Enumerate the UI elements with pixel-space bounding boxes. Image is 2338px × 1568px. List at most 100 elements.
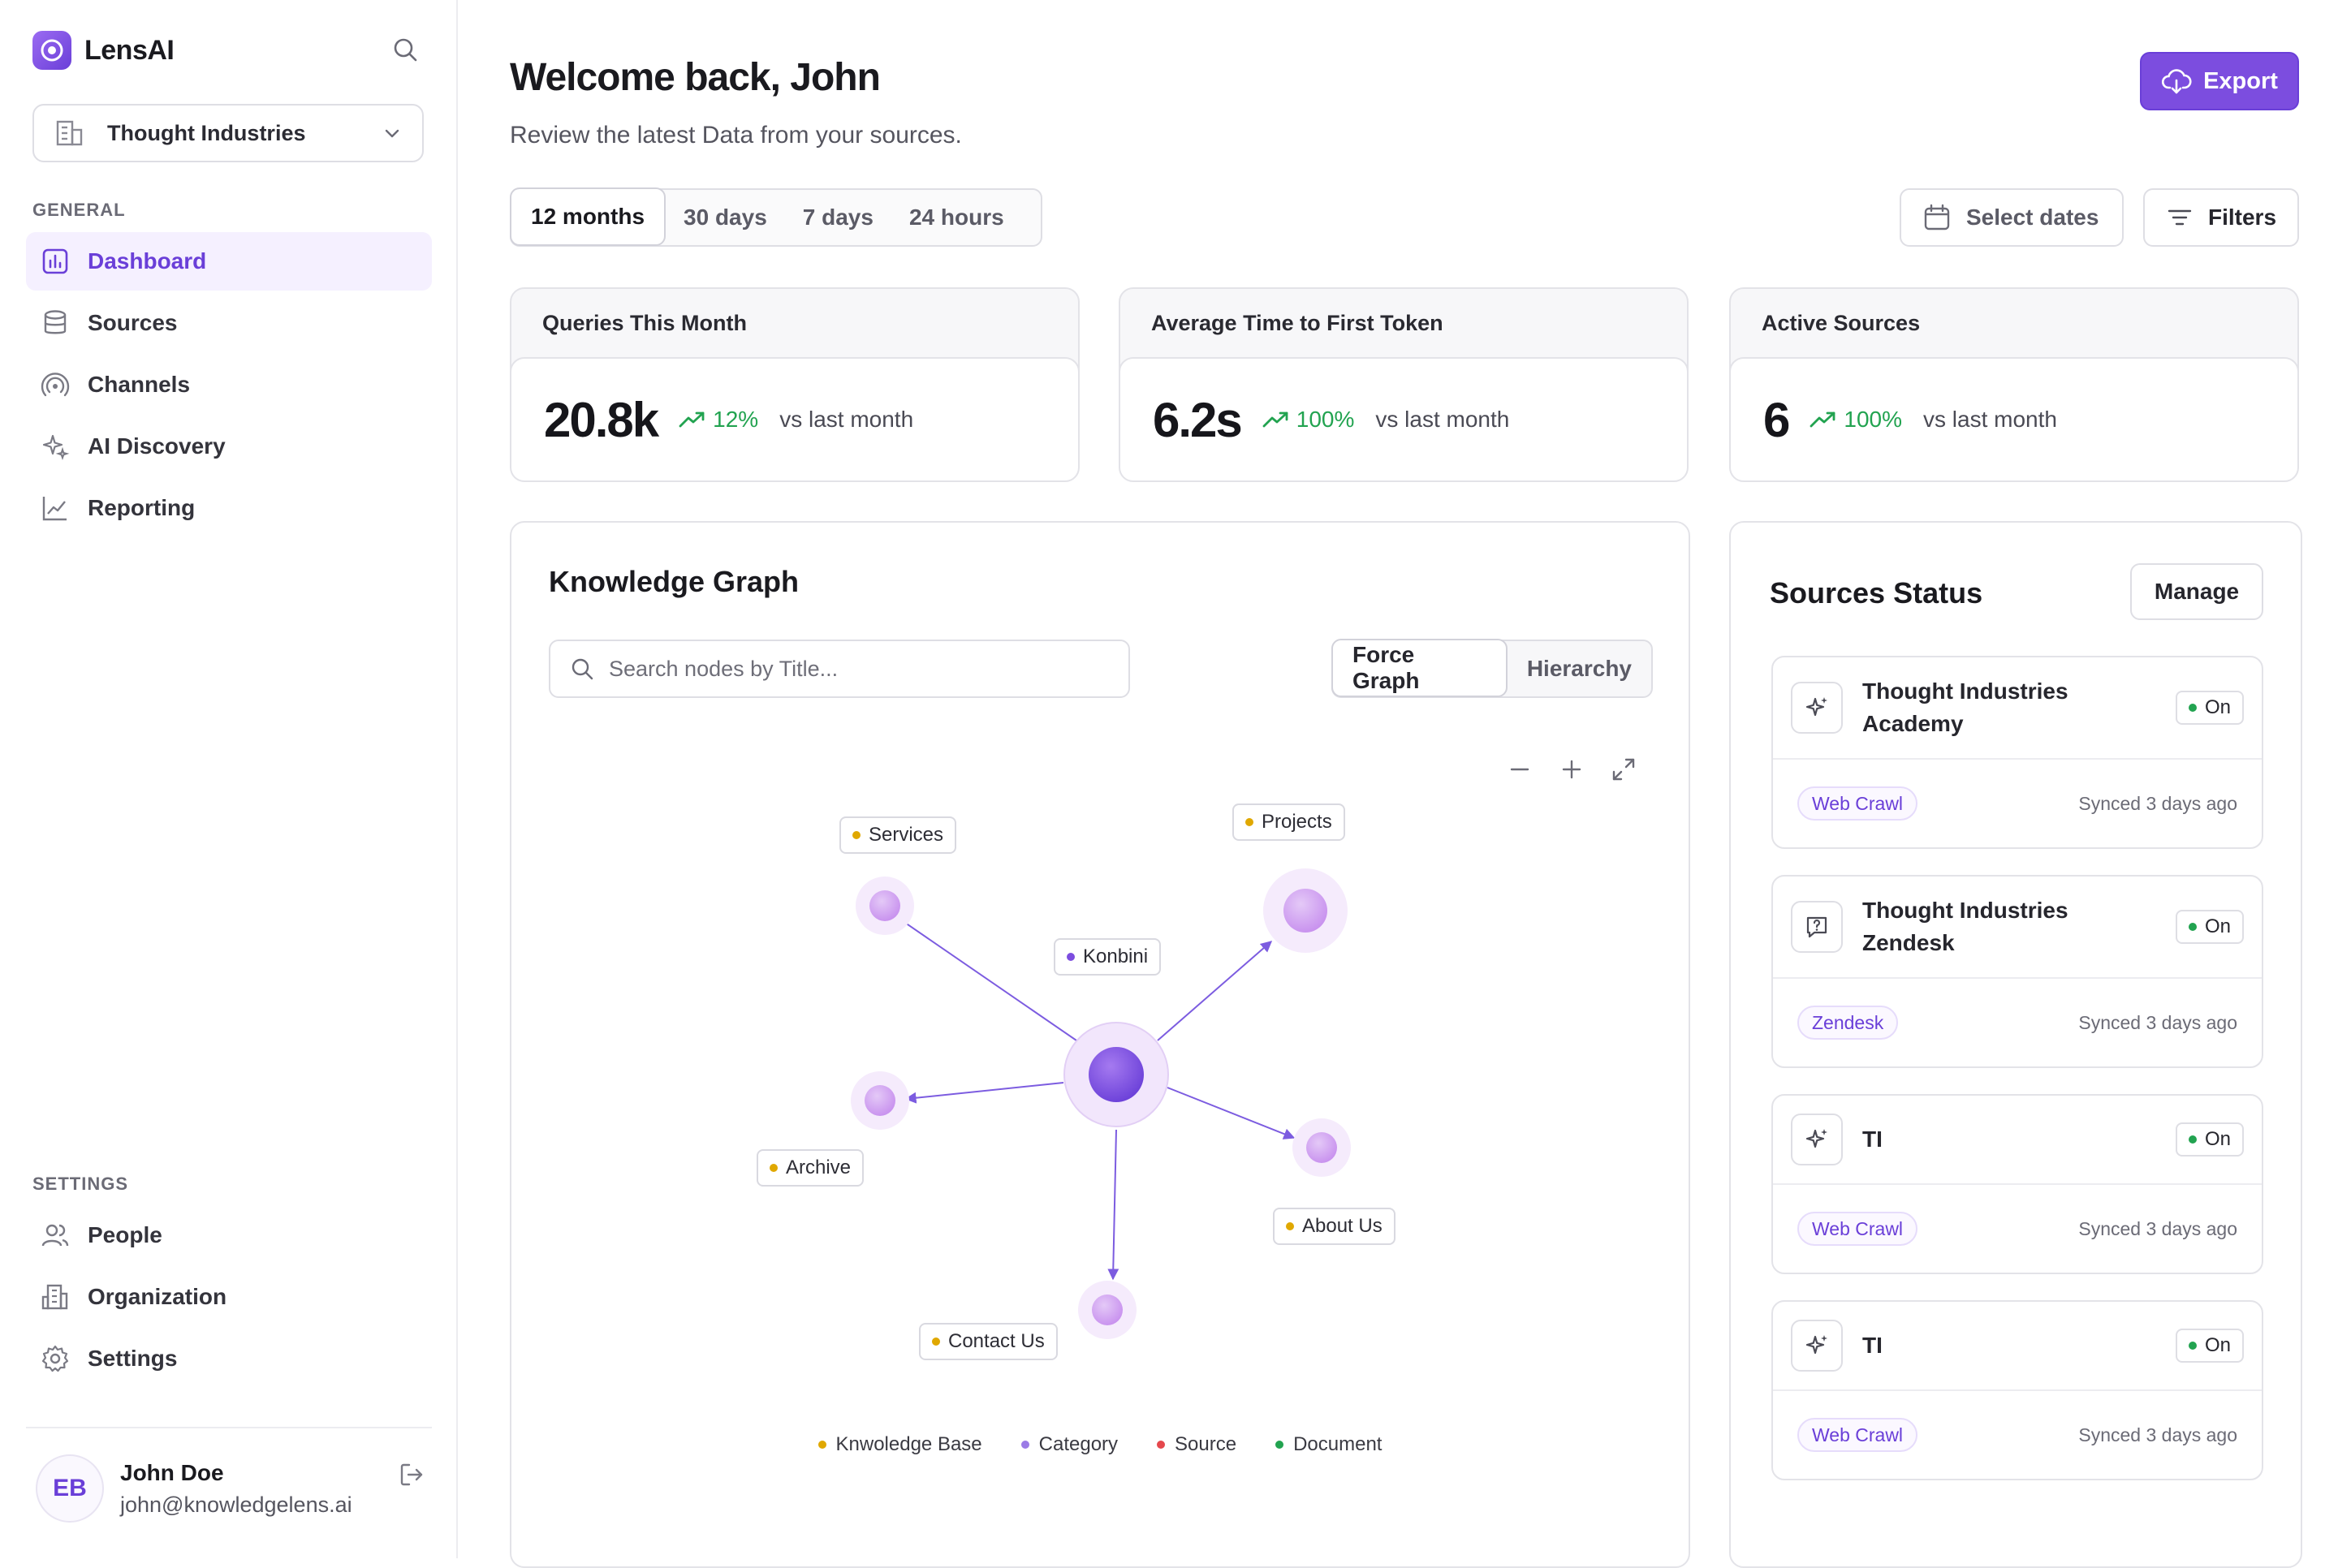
sidebar-item-organization[interactable]: Organization — [26, 1268, 432, 1326]
node-services[interactable] — [856, 877, 914, 935]
node-label-projects[interactable]: Projects — [1232, 803, 1345, 841]
node-konbini[interactable] — [1063, 1022, 1169, 1127]
filter-lines-icon — [2166, 204, 2193, 231]
sidebar: LensAI Thought Industries GENERAL Dashbo… — [0, 0, 458, 1558]
synced-time: Synced 3 days ago — [2078, 1217, 2237, 1239]
source-name: Thought Industries Zendesk — [1862, 898, 2068, 955]
source-footer: Zendesk Synced 3 days ago — [1773, 979, 2262, 1066]
sidebar-item-ai-discovery[interactable]: AI Discovery — [26, 417, 432, 476]
sidebar-item-dashboard[interactable]: Dashboard — [26, 232, 432, 291]
stat-title: Average Time to First Token — [1151, 310, 1443, 335]
user-card: EB John Doe john@knowledgelens.ai — [36, 1454, 425, 1523]
stat-change: 100% — [1296, 407, 1355, 432]
source-item[interactable]: TI On Web Crawl Synced 3 days ago — [1771, 1300, 2263, 1480]
page-title: Welcome back, John — [510, 56, 881, 99]
node-archive[interactable] — [851, 1071, 909, 1130]
tab-12-months[interactable]: 12 months — [510, 187, 666, 246]
kb-dot — [770, 1164, 778, 1172]
org-select[interactable]: Thought Industries — [32, 104, 424, 162]
legend-item: Source — [1157, 1433, 1236, 1456]
legend-item: Knwoledge Base — [817, 1433, 982, 1456]
edge-archive — [904, 1082, 1064, 1104]
stat-card-queries: Queries This Month 20.8k 12% vs last mon… — [510, 287, 1080, 482]
avatar[interactable]: EB — [36, 1454, 104, 1523]
legend-item: Category — [1020, 1433, 1119, 1456]
chevron-down-icon — [382, 123, 403, 144]
section-label-settings: SETTINGS — [32, 1174, 129, 1194]
database-icon — [39, 307, 71, 339]
filters-button[interactable]: Filters — [2143, 188, 2299, 247]
lens-logo-icon — [32, 31, 71, 70]
node-contact-us[interactable] — [1078, 1281, 1137, 1339]
legend-dot — [1157, 1441, 1166, 1449]
edge-about-us — [1167, 1087, 1296, 1139]
legend-label: Category — [1038, 1433, 1119, 1455]
node-label-contact-us[interactable]: Contact Us — [919, 1323, 1058, 1360]
source-name: TI — [1862, 1126, 1883, 1152]
node-label-text: Services — [869, 824, 944, 846]
sparkles-icon — [1791, 682, 1843, 734]
time-range-tabs: 12 months 30 days 7 days 24 hours — [510, 187, 1042, 247]
sidebar-item-sources[interactable]: Sources — [26, 294, 432, 352]
trend-up-icon — [1810, 411, 1837, 429]
status-badge[interactable]: On — [2175, 1329, 2244, 1363]
source-footer: Web Crawl Synced 3 days ago — [1773, 1391, 2262, 1479]
building-icon — [39, 1281, 71, 1313]
source-name: Thought Industries Academy — [1862, 678, 2068, 736]
stat-body: 6 100% vs last month — [1731, 357, 2297, 480]
sidebar-item-settings[interactable]: Settings — [26, 1329, 432, 1388]
edge-projects — [1157, 941, 1273, 1041]
node-projects[interactable] — [1263, 868, 1348, 953]
sidebar-item-label: Settings — [88, 1346, 178, 1371]
status-badge[interactable]: On — [2175, 691, 2244, 725]
trend-up-icon — [1262, 411, 1290, 429]
status-dot — [2188, 1342, 2197, 1350]
node-about-us[interactable] — [1292, 1118, 1351, 1177]
node-label-konbini[interactable]: Konbini — [1054, 938, 1162, 976]
stat-body: 6.2s 100% vs last month — [1120, 357, 1687, 480]
knowledge-graph-card: Knowledge Graph Force Graph Hierarchy — [510, 521, 1690, 1568]
manage-button[interactable]: Manage — [2130, 563, 2263, 620]
line-chart-icon — [39, 492, 71, 524]
source-item[interactable]: TI On Web Crawl Synced 3 days ago — [1771, 1094, 2263, 1274]
source-item[interactable]: Thought Industries Zendesk On Zendesk Sy… — [1771, 875, 2263, 1068]
node-label-text: Konbini — [1083, 946, 1149, 967]
gear-icon — [39, 1342, 71, 1375]
org-name: Thought Industries — [107, 120, 306, 145]
select-dates-button[interactable]: Select dates — [1900, 188, 2124, 247]
node-label-text: Contact Us — [948, 1330, 1045, 1352]
stat-trend: 100% — [1262, 407, 1355, 433]
stat-trend: 100% — [1810, 407, 1902, 433]
sidebar-item-channels[interactable]: Channels — [26, 355, 432, 414]
sidebar-item-people[interactable]: People — [26, 1206, 432, 1264]
tab-24-hours[interactable]: 24 hours — [891, 190, 1022, 245]
source-header: Thought Industries Academy On — [1773, 657, 2262, 760]
tab-7-days[interactable]: 7 days — [785, 190, 891, 245]
sidebar-item-reporting[interactable]: Reporting — [26, 479, 432, 537]
sidebar-item-label: Sources — [88, 310, 178, 335]
node-label-text: Projects — [1262, 811, 1332, 833]
source-item[interactable]: Thought Industries Academy On Web Crawl … — [1771, 656, 2263, 849]
search-icon[interactable] — [391, 36, 419, 63]
stat-title: Active Sources — [1762, 310, 1921, 335]
node-label-services[interactable]: Services — [839, 816, 957, 854]
sidebar-item-label: Dashboard — [88, 248, 207, 274]
stat-note: vs last month — [1923, 407, 2057, 432]
tab-30-days[interactable]: 30 days — [666, 190, 785, 245]
export-button[interactable]: Export — [2140, 52, 2299, 110]
brand-name: LensAI — [84, 34, 175, 66]
sparkles-icon — [1791, 1320, 1843, 1372]
status-dot — [2188, 1135, 2197, 1144]
status-badge[interactable]: On — [2175, 910, 2244, 944]
kb-dot — [1245, 818, 1253, 826]
brand[interactable]: LensAI — [32, 31, 175, 70]
status-label: On — [2204, 1128, 2231, 1150]
status-badge[interactable]: On — [2175, 1122, 2244, 1157]
logout-icon[interactable] — [398, 1461, 425, 1488]
user-email: john@knowledgelens.ai — [120, 1492, 352, 1517]
node-label-archive[interactable]: Archive — [757, 1149, 865, 1187]
category-dot — [1067, 953, 1075, 961]
sparkles-icon — [1791, 1114, 1843, 1165]
node-label-about-us[interactable]: About Us — [1273, 1208, 1395, 1245]
synced-time: Synced 3 days ago — [2078, 792, 2237, 814]
